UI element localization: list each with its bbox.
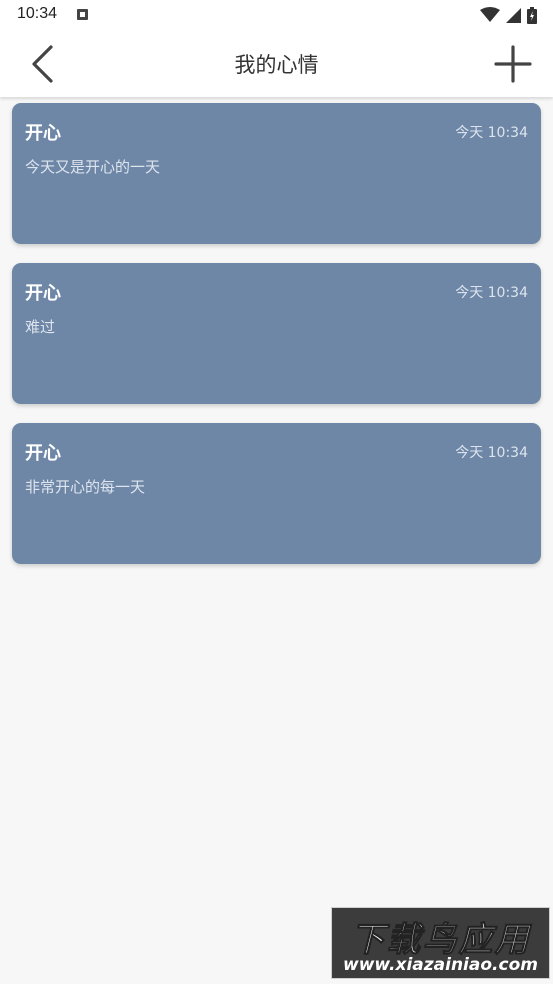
a-notification-icon [77,9,88,20]
signal-icon [506,7,521,23]
watermark-logo: 下载鸟应用 www.xiazainiao.com [331,907,550,979]
wifi-icon [480,7,500,22]
page-title: 我的心情 [234,53,319,77]
mood-card[interactable]: 开心 今天 10:34 难过 [12,263,541,404]
mood-list: 开心 今天 10:34 今天又是开心的一天 开心 今天 10:34 难过 开心 … [12,103,541,583]
app-bar: 我的心情 [0,31,553,97]
mood-text: 非常开心的每一天 [25,478,146,496]
mood-time: 今天 10:34 [455,125,528,141]
mood-label: 开心 [25,443,61,464]
battery-icon [527,6,537,24]
mood-time: 今天 10:34 [455,445,528,461]
mood-card[interactable]: 开心 今天 10:34 今天又是开心的一天 [12,103,541,244]
status-bar: 10:34 [0,0,553,31]
plus-icon [494,45,532,83]
mood-label: 开心 [25,283,61,304]
mood-text: 今天又是开心的一天 [25,158,161,176]
mood-time: 今天 10:34 [455,285,528,301]
watermark-url: www.xiazainiao.com [343,955,538,975]
add-mood-button[interactable] [491,42,535,86]
watermark-brand: 下载鸟应用 [350,920,531,961]
mood-card[interactable]: 开心 今天 10:34 非常开心的每一天 [12,423,541,564]
mood-text: 难过 [25,318,56,336]
status-icons [480,6,537,24]
status-time: 10:34 [17,5,58,22]
mood-label: 开心 [25,123,61,144]
